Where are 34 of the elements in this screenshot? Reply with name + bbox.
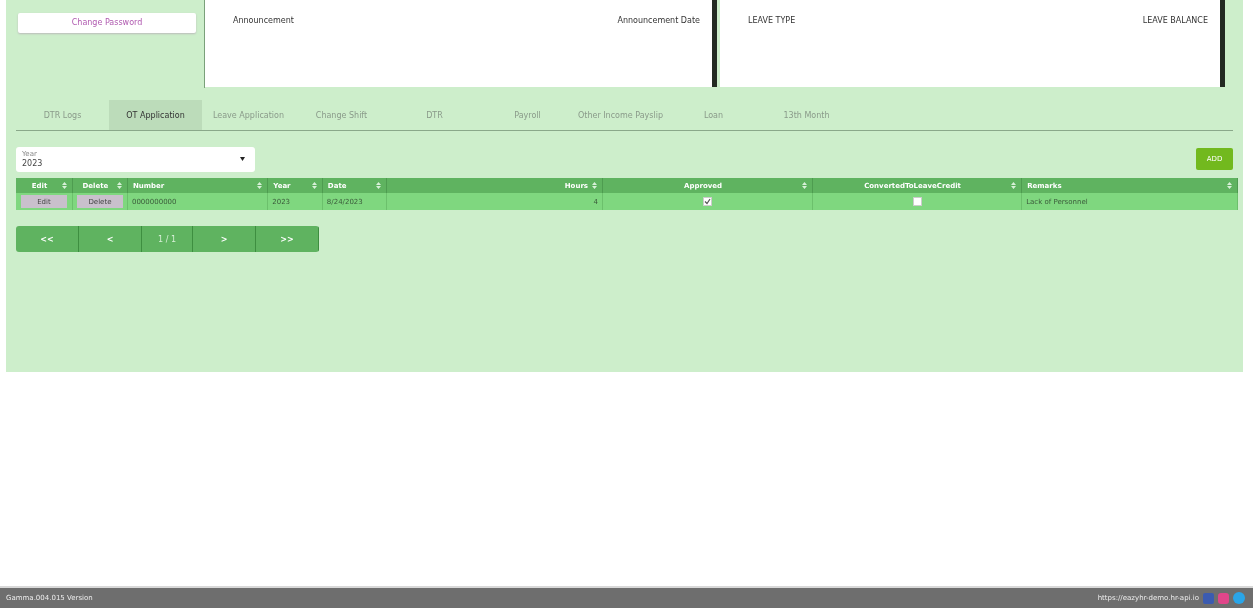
sort-icon[interactable] (257, 182, 263, 189)
column-header: Announcement Date (617, 16, 700, 27)
circle-icon[interactable] (1233, 592, 1245, 604)
tab[interactable]: Change Shift (295, 100, 388, 130)
previous-page-button[interactable]: < (79, 226, 142, 252)
sort-icon[interactable] (1011, 182, 1017, 189)
sort-icon[interactable] (592, 182, 597, 189)
column-header: LEAVE TYPE (748, 16, 796, 27)
column-header: Announcement (233, 16, 294, 27)
field-value: 2023 (22, 158, 43, 169)
tab[interactable]: Payroll (481, 100, 574, 130)
first-page-button[interactable]: << (16, 226, 79, 252)
sort-icon[interactable] (311, 182, 317, 189)
sort-icon[interactable] (802, 182, 807, 189)
tab[interactable]: Loan (667, 100, 760, 130)
tab[interactable]: DTR (388, 100, 481, 130)
change-password-button[interactable]: Change Password (18, 12, 196, 33)
sort-icon[interactable] (61, 182, 67, 189)
tab[interactable]: 13th Month (760, 100, 853, 130)
sort-icon[interactable] (1227, 182, 1232, 189)
tab[interactable]: DTR Logs (16, 100, 109, 130)
caret-icon[interactable] (240, 156, 245, 161)
tab[interactable]: OT Application (109, 100, 202, 130)
tab[interactable]: Other Income Payslip (574, 100, 667, 130)
page-indicator: 1 / 1 (142, 226, 193, 252)
sort-icon[interactable] (116, 182, 122, 189)
last-page-button[interactable]: >> (256, 226, 319, 252)
square-icon[interactable] (1218, 592, 1229, 604)
sort-icon[interactable] (376, 182, 382, 189)
square-icon[interactable] (1203, 592, 1214, 604)
next-page-button[interactable]: > (193, 226, 256, 252)
tab[interactable]: Leave Application (202, 100, 295, 130)
column-header: LEAVE BALANCE (1142, 16, 1208, 27)
checkbox[interactable] (703, 197, 712, 206)
